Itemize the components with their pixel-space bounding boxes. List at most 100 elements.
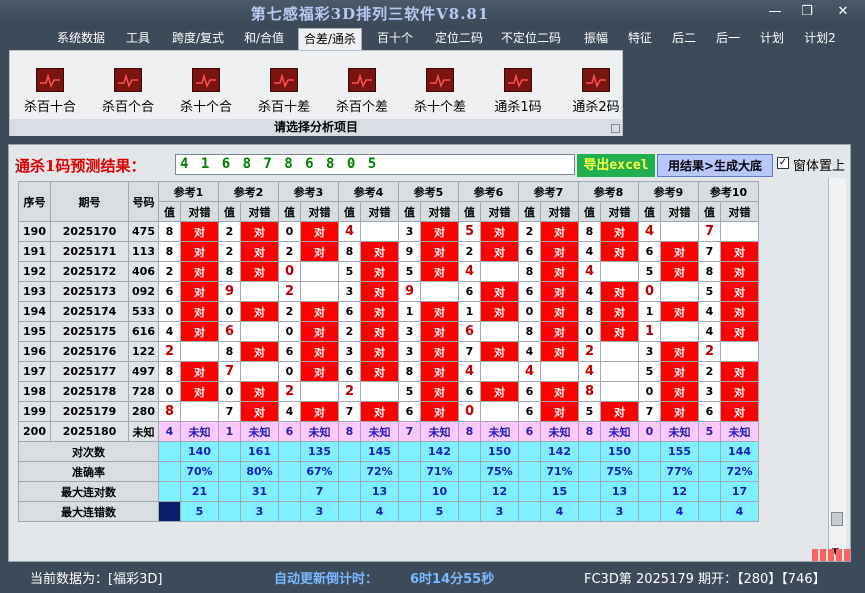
- table-row[interactable]: 197 2025177 497 8 对 7 0 对 6 对 8 对 4 4 4 5 对 2 对: [18, 361, 759, 382]
- value-cell: 7: [398, 421, 421, 442]
- menu-5[interactable]: 合差/通杀: [298, 28, 362, 50]
- result-header: 对错: [480, 201, 519, 222]
- scrollbar-thumb[interactable]: [831, 512, 843, 526]
- menu-14[interactable]: 计划2: [798, 28, 842, 50]
- seq-cell: 198: [18, 381, 51, 402]
- stats-spacer: [518, 481, 541, 502]
- table-row[interactable]: 190 2025170 475 8 对 2 对 0 对 4 3 对 5 对 2 对 8 对 4 7: [18, 221, 759, 242]
- menu-9[interactable]: 振幅: [578, 28, 614, 50]
- code-cell: 497: [128, 361, 159, 382]
- ribbon-item-label[interactable]: 通杀2码: [561, 96, 631, 115]
- ribbon-item-label[interactable]: 杀百十差: [249, 96, 319, 115]
- chart-icon[interactable]: [270, 68, 298, 92]
- value-cell: 2: [278, 301, 301, 322]
- value-cell: 5: [638, 361, 661, 382]
- minimize-button[interactable]: —: [764, 4, 786, 19]
- table-row[interactable]: 194 2025174 533 0 对 0 对 2 对 6 对 1 对 1 对 0 对 8 对 1 对 4 对: [18, 301, 759, 322]
- ribbon-item-label[interactable]: 杀百个合: [93, 96, 163, 115]
- menu-2[interactable]: 工具: [120, 28, 156, 50]
- result-cell: 对: [540, 341, 579, 362]
- chart-icon[interactable]: [36, 68, 64, 92]
- seq-cell: 194: [18, 301, 51, 322]
- ribbon-item-label[interactable]: 通杀1码: [483, 96, 553, 115]
- chart-icon[interactable]: [582, 68, 610, 92]
- table-row[interactable]: 196 2025176 122 2 8 对 6 对 3 对 3 对 7 对 4 对 2 3 对 2: [18, 341, 759, 362]
- stats-value: 3: [600, 501, 639, 522]
- issue-cell: 2025176: [50, 341, 129, 362]
- value-cell: 5: [698, 281, 721, 302]
- value-cell: 8: [158, 361, 181, 382]
- table-row[interactable]: 193 2025173 092 6 对 9 2 3 对 9 6 对 6 对 4 对 0 5 对: [18, 281, 759, 302]
- result-cell: 对: [180, 301, 219, 322]
- stats-value: 142: [540, 441, 579, 462]
- result-cell: 未知: [180, 421, 219, 442]
- result-cell: 对: [600, 241, 639, 262]
- result-cell: 对: [300, 361, 339, 382]
- value-cell: 8: [158, 241, 181, 262]
- chart-icon[interactable]: [426, 68, 454, 92]
- restore-button[interactable]: ❐: [796, 4, 818, 19]
- result-cell: 对: [420, 381, 459, 402]
- table-row[interactable]: 198 2025178 728 0 对 0 对 2 2 5 对 6 对 6 对 8 0 对 3 对: [18, 381, 759, 402]
- ribbon-hint: 请选择分析项目: [10, 119, 622, 136]
- result-cell: 对: [180, 241, 219, 262]
- value-cell: 8: [338, 421, 361, 442]
- table-row[interactable]: 199 2025179 280 8 7 对 4 对 7 对 6 对 0 6 对 5 对 7 对 6 对: [18, 401, 759, 422]
- menu-6[interactable]: 百十个: [373, 28, 417, 50]
- table-row[interactable]: 191 2025171 113 8 对 2 对 2 对 8 对 9 对 2 对 6 对 4 对 6 对 7 对: [18, 241, 759, 262]
- stats-spacer: [278, 461, 301, 482]
- prediction-value[interactable]: 4 1 6 8 7 8 6 8 0 5: [175, 154, 575, 175]
- table-row[interactable]: 195 2025175 616 4 对 6 0 对 2 对 3 对 6 8 对 0 对 1 4 对: [18, 321, 759, 342]
- stats-label: 准确率: [18, 461, 159, 482]
- stats-spacer: [398, 461, 421, 482]
- value-header: 值: [518, 201, 541, 222]
- value-cell: 6: [518, 281, 541, 302]
- menu-10[interactable]: 特征: [622, 28, 658, 50]
- chart-icon[interactable]: [192, 68, 220, 92]
- ribbon-expand-icon[interactable]: [611, 124, 620, 133]
- menu-11[interactable]: 后二: [666, 28, 702, 50]
- menu-1[interactable]: 系统数据: [52, 28, 110, 50]
- ribbon-item-label[interactable]: 杀十个差: [405, 96, 475, 115]
- export-excel-button[interactable]: 导出excel: [577, 154, 655, 177]
- menu-4[interactable]: 和/合值: [238, 28, 290, 50]
- value-cell: 2: [578, 341, 601, 362]
- result-cell: [540, 361, 579, 382]
- result-cell: 对: [540, 261, 579, 282]
- ribbon-item-label[interactable]: 杀百个差: [327, 96, 397, 115]
- chart-icon[interactable]: [114, 68, 142, 92]
- chart-icon[interactable]: [504, 68, 532, 92]
- value-cell: 5: [698, 421, 721, 442]
- pin-window-checkbox[interactable]: ✓: [777, 157, 789, 169]
- stats-value: 71%: [420, 461, 459, 482]
- menu-8[interactable]: 不定位二码: [496, 28, 566, 50]
- stats-row: 准确率 70% 80% 67% 72% 71% 75% 71% 75% 77% 72%: [18, 461, 759, 482]
- ribbon-item-label[interactable]: 杀十个合: [171, 96, 241, 115]
- pending-row[interactable]: 200 2025180 未知 4 未知 1 未知 6 未知 8 未知 7 未知 8 未知 6 未知 8 未知 0 未知 5…: [18, 421, 759, 442]
- chart-icon[interactable]: [348, 68, 376, 92]
- close-button[interactable]: ✕: [832, 4, 854, 19]
- menu-12[interactable]: 后一: [710, 28, 746, 50]
- stats-value: 17: [720, 481, 759, 502]
- result-cell: [420, 281, 459, 302]
- value-cell: 6: [518, 421, 541, 442]
- vertical-scrollbar[interactable]: ▼: [828, 178, 846, 560]
- stats-value: 75%: [600, 461, 639, 482]
- value-cell: 5: [578, 401, 601, 422]
- result-cell: 对: [600, 321, 639, 342]
- menu-13[interactable]: 计划: [754, 28, 790, 50]
- result-cell: [300, 281, 339, 302]
- code-cell: 280: [128, 401, 159, 422]
- result-cell: 对: [360, 401, 399, 422]
- result-header: 对错: [600, 201, 639, 222]
- seq-cell: 197: [18, 361, 51, 382]
- table-row[interactable]: 192 2025172 406 2 对 8 对 0 5 对 5 对 4 8 对 4 5 对 8 对: [18, 261, 759, 282]
- result-cell: 对: [540, 221, 579, 242]
- menu-3[interactable]: 跨度/复式: [166, 28, 230, 50]
- generate-base-button[interactable]: 用结果>生成大底: [657, 154, 773, 177]
- value-cell: 3: [698, 381, 721, 402]
- menu-7[interactable]: 定位二码: [430, 28, 488, 50]
- value-cell: 9: [218, 281, 241, 302]
- ribbon-item-label[interactable]: 杀百十合: [15, 96, 85, 115]
- stats-value: 144: [720, 441, 759, 462]
